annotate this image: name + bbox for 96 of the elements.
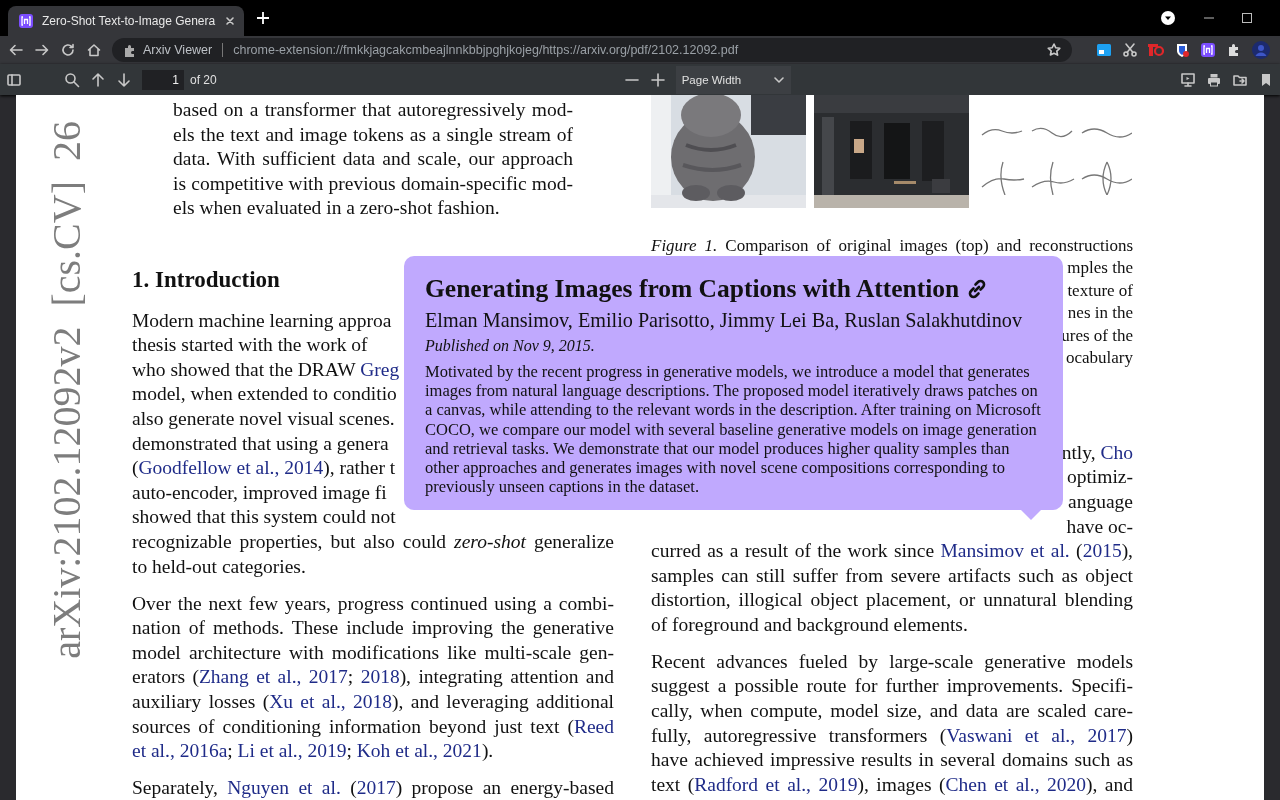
body-text: model architecture with modifications like multi-scale gen-	[132, 641, 614, 663]
publish-date: Published on Nov 9, 2015.	[425, 336, 596, 356]
body-text: samples can still suffer from severe artifacts such as object	[651, 564, 1133, 586]
body-text: (Goodfellow et al., 2014), rather t	[132, 457, 396, 479]
extension-icon[interactable]	[1096, 42, 1112, 58]
citation-link[interactable]: 2017	[356, 777, 396, 799]
new-tab-icon[interactable]	[256, 11, 270, 25]
citation-link[interactable]: Zhang et al., 2017	[198, 666, 348, 688]
citation-link[interactable]: Xu et al., 2018	[269, 690, 393, 712]
puzzle-icon	[122, 42, 137, 58]
body-text: text (Radford et al., 2019), images (Chen et al., 2020), and	[651, 773, 1134, 795]
citation-link[interactable]: Koh et al., 2021	[356, 740, 482, 762]
popup-authors: Elman Mansimov, Emilio Parisotto, Jimmy Lei Ba, Ruslan Salakhutdinov	[425, 308, 1022, 334]
sidebar-icon[interactable]	[6, 71, 22, 88]
citation-link[interactable]: 2015	[1082, 540, 1122, 562]
popup-title: Generating Images from Captions with Attention	[425, 273, 960, 305]
body-text: who showed that the DRAW Greg	[132, 358, 400, 380]
citation-link[interactable]: Reed	[573, 715, 614, 737]
page-number-field[interactable]: 1	[142, 69, 184, 90]
body-text: nes in the	[1067, 303, 1133, 323]
section-heading: 1. Introduction	[132, 265, 280, 294]
body-text: curred as a result of the work since Mansimov et al. (2015),	[651, 540, 1133, 562]
body-text: Recent advances fueled by large-scale generative models	[651, 650, 1133, 672]
citation-link[interactable]: Vaswani et al., 2017	[946, 724, 1127, 746]
body-text: els when evaluated in a zero-shot fashion.	[173, 197, 500, 219]
body-text: auto-encoder, improved image fi	[132, 481, 387, 503]
citation-link[interactable]: Li et al., 2019	[237, 740, 347, 762]
body-text: suggest a possible route for further improvements. Specifi-	[651, 675, 1133, 697]
body-text: distortion, illogical object placement, or unnatural blending	[651, 589, 1133, 611]
browser-tab[interactable]: Zero-Shot Text-to-Image Genera	[8, 6, 244, 36]
media-control-icon[interactable]	[1160, 10, 1176, 26]
arrow-up-icon[interactable]	[90, 71, 106, 88]
body-text: also generate novel visual scenes.	[132, 408, 395, 430]
citation-link[interactable]: Cho	[1100, 441, 1133, 463]
citation-link[interactable]: Greg	[360, 358, 400, 380]
body-text: Figure 1. Comparison of original images (top) and reconstructions	[651, 235, 1133, 255]
body-text: data. With sufficient data and scale, our approach	[173, 148, 573, 170]
tab-title: Zero-Shot Text-to-Image Genera	[42, 14, 216, 28]
reload-icon[interactable]	[60, 42, 76, 58]
page-count: of 20	[190, 72, 217, 87]
body-text: els the text and image tokens as a single stream of	[173, 123, 573, 145]
citation-link[interactable]: 2018	[360, 666, 400, 688]
print-icon[interactable]	[1206, 71, 1222, 88]
body-text: Over the next few years, progress continued using a combi-	[132, 592, 614, 614]
arxiv-id-label: arXiv:2102.12092v2 [cs.CV] 26	[47, 121, 87, 659]
app-icon	[18, 13, 34, 29]
extension-label: Arxiv Viewer	[143, 43, 213, 57]
citation-link[interactable]: Radford et al., 2019	[694, 773, 858, 795]
maximize-icon[interactable]	[1242, 13, 1252, 23]
body-text: et al., 2016a; Li et al., 2019; Koh et al., 2021).	[132, 740, 494, 762]
citation-link[interactable]: Chen et al., 2020	[945, 773, 1086, 795]
citation-link[interactable]: Mansimov et al.	[940, 540, 1070, 562]
star-icon[interactable]	[1046, 42, 1062, 58]
citation-link[interactable]: Nguyen et al.	[227, 777, 341, 799]
arrow-down-icon[interactable]	[116, 71, 132, 88]
body-text: model, when extended to conditio	[132, 383, 397, 405]
back-icon[interactable]	[8, 42, 24, 58]
body-text: texture of	[1067, 280, 1133, 300]
citation-link[interactable]: Goodfellow et al., 2014	[138, 457, 324, 479]
body-text: Modern machine learning approa	[132, 309, 392, 331]
body-text: to held-out categories.	[132, 555, 306, 577]
present-icon[interactable]	[1180, 71, 1196, 88]
body-text: mples the	[1067, 258, 1133, 278]
body-text: recognizable properties, but also could zero-shot generalize	[132, 531, 614, 552]
body-text: erators (Zhang et al., 2017; 2018), integrating attention and	[132, 666, 614, 688]
url-text: chrome-extension://fmkkjagcakcmbeajlnnkbbjpghjkojeg/https://arxiv.org/pdf/2102.12092.pdf	[233, 43, 740, 57]
body-text: showed that this system could not	[132, 506, 396, 528]
body-text: sources of conditioning information beyond just text (Reed	[132, 715, 614, 737]
body-text: optimiz-	[1066, 466, 1133, 488]
app-icon[interactable]	[1200, 42, 1216, 58]
body-text: have oc-	[1066, 515, 1133, 537]
body-text: demonstrated that using a genera	[132, 432, 389, 454]
citation-link[interactable]: et al., 2016a	[132, 740, 228, 762]
body-text: Separately, Nguyen et al. (2017) propose an energy-based	[132, 777, 614, 799]
close-icon[interactable]	[224, 15, 236, 27]
shield-icon[interactable]	[1174, 42, 1190, 58]
body-text: based on a transformer that autoregressively mod-	[173, 99, 573, 120]
body-text: is competitive with previous domain-specific mod-	[173, 172, 573, 194]
body-text: cally, when compute, model size, and data are scaled care-	[651, 700, 1133, 722]
home-icon[interactable]	[86, 42, 102, 58]
body-text: of foreground and background elements.	[651, 613, 968, 635]
body-text: thesis started with the work of	[132, 334, 368, 356]
body-text: auxiliary losses (Xu et al., 2018), and leveraging additional	[132, 690, 614, 712]
body-text: ntly, Cho	[1061, 441, 1133, 463]
address-bar[interactable]: Arxiv Viewer chrome-extension://fmkkjagcakcmbeajlnnkbbjpghjkojeg/https://arxiv.org/pdf/2102.12092.pdf	[112, 38, 1072, 62]
body-text: anguage	[1068, 490, 1133, 512]
forward-icon[interactable]	[34, 42, 50, 58]
zoom-select[interactable]: Page Width	[675, 65, 791, 94]
zoom-in-icon[interactable]	[649, 71, 666, 88]
scissors-icon[interactable]	[1122, 42, 1138, 58]
body-text: fully, autoregressive transformers (Vaswani et al., 2017)	[651, 724, 1133, 746]
body-text: nation of methods. These include improving the generative	[132, 617, 614, 639]
search-icon[interactable]	[64, 71, 80, 88]
body-text: have achieved impressive results in several domains such as	[651, 749, 1133, 771]
popup-abstract: Motivated by the recent progress in generative models, we introduce a model that generates images from natural language descriptions. The proposed model iteratively draws patches on a canvas, while attending to the relevant words in the description. After training on Microsoft COCO, we compare our model with several baseline generative models on image generation and retrieval tasks. We demonstrate that our model produces higher quality samples than other approaches and generates images with novel scene compositions corresponding to previously unseen captions in the dataset.	[425, 362, 1042, 497]
body-text: ocabulary	[1065, 348, 1133, 368]
